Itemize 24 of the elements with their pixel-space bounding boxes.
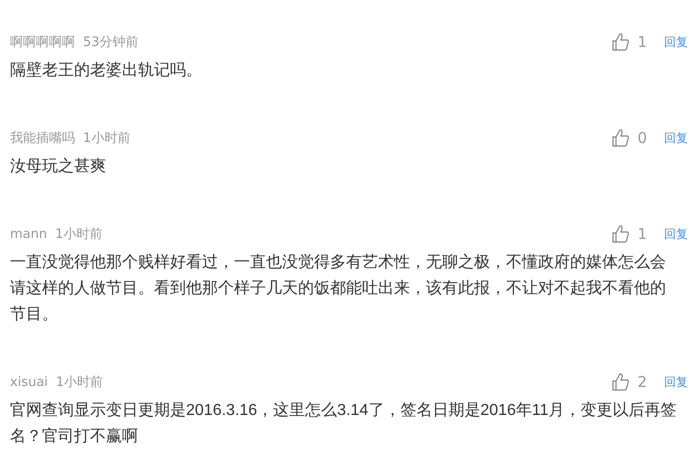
timestamp: 1小时前 [83,130,130,147]
comment-text: 汝母玩之甚爽 [10,156,107,177]
thumbs-up-icon [612,33,630,51]
thumbs-up-icon [612,225,630,243]
like-button[interactable]: 1 [612,33,647,51]
comment-text: 官网查询显示变日更期是2016.3.16，这里怎么3.14了，签名日期是2016年11月，变更以后再签名？官司打不赢啊 [10,400,678,447]
username[interactable]: 啊啊啊啊啊 [10,33,75,51]
username[interactable]: mann [10,226,48,242]
thumbs-up-icon [612,129,630,147]
reply-link[interactable]: 回复 [664,226,688,242]
timestamp: 1小时前 [56,374,104,391]
like-button[interactable]: 0 [612,129,647,147]
reply-link[interactable]: 回复 [664,34,688,50]
like-button[interactable]: 1 [612,225,647,243]
username[interactable]: 我能插嘴吗 [10,129,75,147]
like-button[interactable]: 2 [612,373,647,391]
comment-text: 一直没觉得他那个贱样好看过，一直也没觉得多有艺术性，无聊之极，不懂政府的媒体怎么会请这样的人做节目。看到他那个样子几天的饭都能吐出来，该有此报，不让对不起我不看他的节目。 [10,252,667,325]
reply-link[interactable]: 回复 [664,374,688,390]
reply-link[interactable]: 回复 [664,130,688,146]
username[interactable]: xisuai [10,374,48,390]
timestamp: 53分钟前 [83,34,139,51]
timestamp: 1小时前 [55,226,102,243]
comment-text: 隔壁老王的老婆出轨记吗。 [10,60,203,81]
thumbs-up-icon [612,373,630,391]
